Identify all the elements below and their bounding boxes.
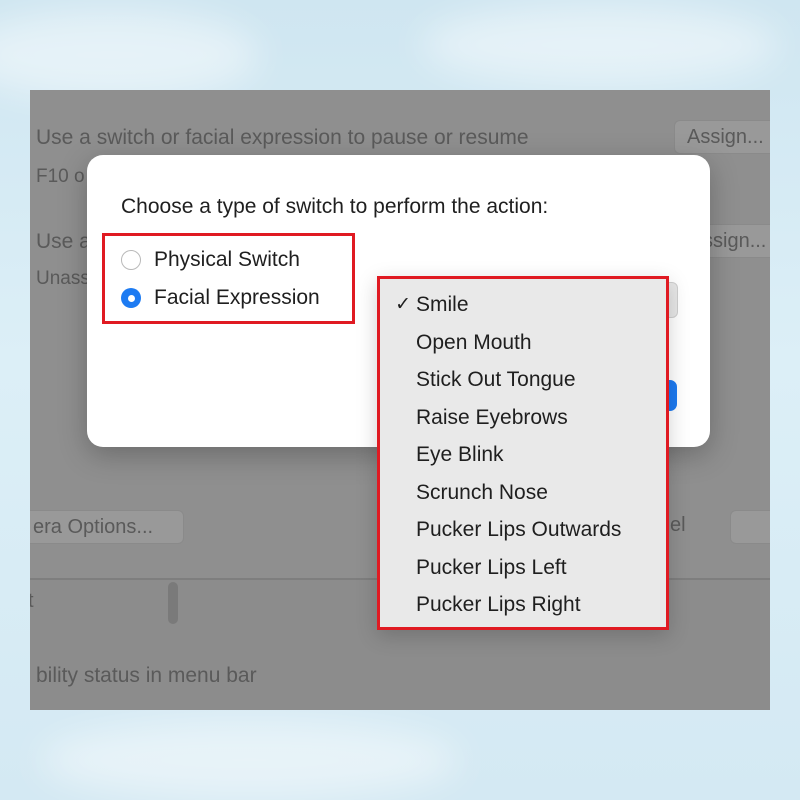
menu-item-pucker-lips-right[interactable]: Pucker Lips Right <box>380 586 666 623</box>
menu-item-pucker-lips-outwards[interactable]: Pucker Lips Outwards <box>380 511 666 548</box>
switch-row-label: Use a <box>36 230 91 253</box>
menu-item-scrunch-nose[interactable]: Scrunch Nose <box>380 474 666 511</box>
radio-group-highlight <box>102 233 355 324</box>
camera-options-button[interactable]: era Options... <box>30 510 184 544</box>
background-cloud <box>40 720 460 800</box>
menu-item-pucker-lips-left[interactable]: Pucker Lips Left <box>380 549 666 586</box>
switch-row-sub: Unass <box>36 268 90 289</box>
background-cloud <box>0 10 260 100</box>
background-cloud <box>420 5 780 85</box>
assign-button[interactable]: Assign... <box>674 120 770 154</box>
menu-item-stick-out-tongue[interactable]: Stick Out Tongue <box>380 361 666 398</box>
menu-item-label: Pucker Lips Left <box>416 555 567 579</box>
dialog-prompt: Choose a type of switch to perform the a… <box>121 195 549 218</box>
lower-row-fragment: t <box>30 590 34 612</box>
status-in-menu-bar-label: bility status in menu bar <box>36 664 257 687</box>
menu-item-label: Smile <box>416 292 469 316</box>
ok-button-fragment[interactable] <box>730 510 770 544</box>
menu-item-eye-blink[interactable]: Eye Blink <box>380 436 666 473</box>
pause-resume-shortcut: F10 o <box>36 166 85 187</box>
menu-item-label: Scrunch Nose <box>416 480 548 504</box>
facial-expression-menu: ✓ Smile Open Mouth Stick Out Tongue Rais… <box>377 276 669 630</box>
cancel-button-fragment[interactable]: el <box>670 514 686 537</box>
menu-item-smile[interactable]: ✓ Smile <box>380 286 666 323</box>
menu-item-label: Eye Blink <box>416 442 504 466</box>
menu-item-label: Pucker Lips Outwards <box>416 517 622 541</box>
menu-item-open-mouth[interactable]: Open Mouth <box>380 324 666 361</box>
menu-item-label: Raise Eyebrows <box>416 405 568 429</box>
checkmark-icon: ✓ <box>395 294 411 315</box>
menu-item-label: Pucker Lips Right <box>416 592 581 616</box>
menu-item-label: Stick Out Tongue <box>416 367 576 391</box>
menu-item-raise-eyebrows[interactable]: Raise Eyebrows <box>380 399 666 436</box>
menu-item-label: Open Mouth <box>416 330 532 354</box>
scrollbar[interactable] <box>168 582 178 624</box>
pause-resume-label: Use a switch or facial expression to pau… <box>36 126 529 149</box>
